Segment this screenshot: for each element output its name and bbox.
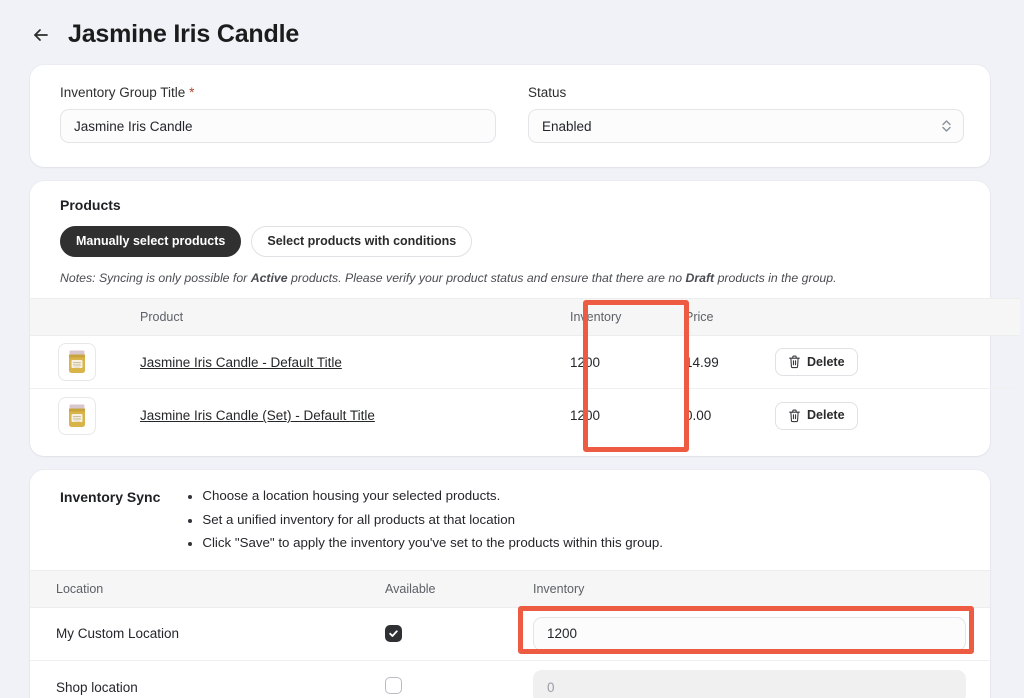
candle-jar-icon <box>58 343 96 382</box>
inventory-group-form-card: Inventory Group Title * Status <box>30 65 990 167</box>
products-col-thumb <box>30 298 140 337</box>
available-checkbox[interactable] <box>385 625 402 643</box>
status-select-wrapper[interactable] <box>528 109 964 143</box>
inventory-sync-header: Inventory Sync Choose a location housing… <box>30 488 990 552</box>
products-mode-tabs: Manually select products Select products… <box>30 226 990 257</box>
product-link[interactable]: Jasmine Iris Candle (Set) - Default Titl… <box>140 408 375 423</box>
location-name-cell: Shop location <box>56 679 138 695</box>
arrow-left-icon[interactable] <box>30 24 52 46</box>
notes-prefix: Notes: Syncing is only possible for <box>60 270 251 285</box>
notes-mid: products. Please verify your product sta… <box>287 270 686 285</box>
locations-table-header: Location Available Inventory <box>30 569 990 608</box>
table-row: My Custom Location <box>30 607 990 661</box>
required-asterisk: * <box>189 85 195 100</box>
table-row: Shop location <box>30 660 990 698</box>
delete-button-label: Delete <box>807 355 845 370</box>
product-actions-cell: Delete <box>775 335 1020 390</box>
product-actions-cell: Delete <box>775 389 1020 442</box>
product-thumb-cell <box>30 389 140 442</box>
list-item: Click "Save" to apply the inventory you'… <box>188 535 663 552</box>
locations-table: Location Available Inventory My Custom L… <box>30 569 990 698</box>
delete-button[interactable]: Delete <box>775 401 858 430</box>
inventory-group-title-label: Inventory Group Title * <box>60 85 496 100</box>
notes-bold-active: Active <box>250 270 288 285</box>
inventory-sync-title: Inventory Sync <box>60 488 161 505</box>
inventory-group-title-field: Inventory Group Title * <box>44 85 496 143</box>
trash-icon <box>788 409 801 423</box>
status-field: Status <box>512 85 964 143</box>
location-inventory-cell <box>533 660 990 698</box>
inventory-sync-instructions: Choose a location housing your selected … <box>188 488 663 552</box>
product-price-cell: 0.00 <box>685 408 712 424</box>
location-available-cell <box>385 607 533 661</box>
notes-bold-draft: Draft <box>685 270 715 285</box>
table-row: Jasmine Iris Candle (Set) - Default Titl… <box>30 389 1020 442</box>
products-notes: Notes: Syncing is only possible for Acti… <box>30 271 990 287</box>
inventory-group-title-input[interactable] <box>60 109 496 143</box>
products-table-header: Product Inventory Price <box>30 298 1020 337</box>
candle-jar-icon <box>58 396 96 435</box>
list-item: Set a unified inventory for all products… <box>188 512 663 529</box>
location-inventory-input <box>533 670 966 698</box>
location-name-cell: My Custom Location <box>30 607 385 661</box>
product-price-cell: 14.99 <box>685 335 775 390</box>
product-inventory-cell: 1200 <box>570 408 601 424</box>
notes-suffix: products in the group. <box>714 270 837 285</box>
tab-manually-select-products[interactable]: Manually select products <box>60 226 242 257</box>
trash-icon <box>788 355 801 369</box>
products-card: Products Manually select products Select… <box>30 181 1020 456</box>
locations-col-inventory: Inventory <box>533 569 990 608</box>
inventory-sync-card: Inventory Sync Choose a location housing… <box>30 469 990 698</box>
product-name-cell: Jasmine Iris Candle (Set) - Default Titl… <box>140 389 570 442</box>
locations-table-body: My Custom Location Shop location <box>30 607 990 698</box>
delete-button[interactable]: Delete <box>775 348 858 377</box>
product-name-cell: Jasmine Iris Candle - Default Title <box>140 335 570 390</box>
product-inventory-cell: 1200 <box>570 335 685 390</box>
product-thumb-cell <box>30 335 140 390</box>
products-col-inventory: Inventory <box>570 298 685 337</box>
status-label: Status <box>528 85 567 100</box>
products-col-product: Product <box>140 298 570 337</box>
status-select[interactable] <box>528 109 964 143</box>
locations-header-row: Location Available Inventory <box>30 569 990 608</box>
products-table-body: Jasmine Iris Candle - Default Title 1200… <box>30 335 1020 442</box>
location-available-cell <box>385 660 533 698</box>
tab-select-products-with-conditions[interactable]: Select products with conditions <box>251 226 473 257</box>
location-inventory-cell <box>533 607 990 661</box>
products-table: Product Inventory Price Jasmine Iris Can… <box>30 298 1020 442</box>
table-row: Jasmine Iris Candle - Default Title 1200… <box>30 335 1020 390</box>
delete-button-label: Delete <box>807 408 845 423</box>
inventory-group-title-label-text: Inventory Group Title <box>60 85 186 100</box>
products-col-actions <box>775 298 1020 337</box>
products-section-title: Products <box>60 197 121 213</box>
page-title: Jasmine Iris Candle <box>68 20 300 48</box>
locations-col-location: Location <box>30 569 385 608</box>
products-col-price: Price <box>685 298 775 337</box>
available-checkbox[interactable] <box>385 677 402 695</box>
list-item: Choose a location housing your selected … <box>188 488 663 505</box>
location-inventory-input[interactable] <box>533 616 966 651</box>
products-header-row: Product Inventory Price <box>30 298 1020 337</box>
product-link[interactable]: Jasmine Iris Candle - Default Title <box>140 355 342 370</box>
page-header: Jasmine Iris Candle <box>0 0 1024 65</box>
locations-col-available: Available <box>385 569 533 608</box>
